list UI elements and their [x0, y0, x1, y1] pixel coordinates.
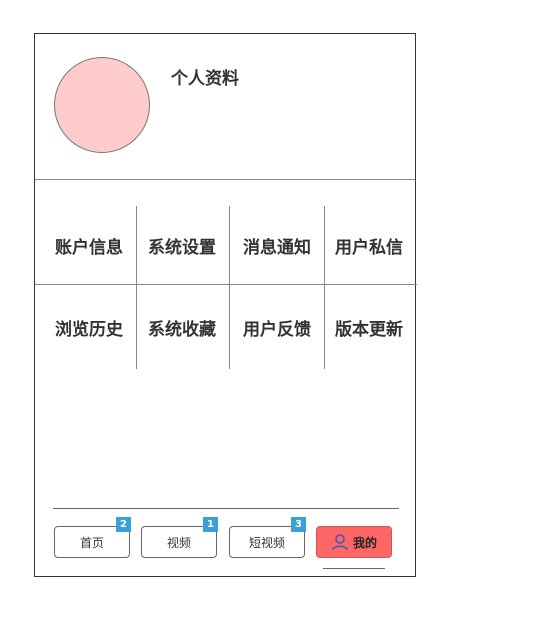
menu-item-browse-history[interactable]: 浏览历史 — [53, 285, 125, 369]
tab-badge: 1 — [203, 517, 218, 532]
tab-label: 短视频 — [248, 535, 285, 550]
menu-item-system-settings[interactable]: 系统设置 — [145, 206, 219, 284]
divider — [229, 206, 230, 284]
tab-video[interactable]: 视频 1 — [141, 517, 218, 558]
divider — [324, 285, 325, 369]
tab-badge: 2 — [116, 517, 131, 532]
menu-item-account-info[interactable]: 账户信息 — [53, 206, 125, 284]
divider — [324, 206, 325, 284]
tab-label: 首页 — [79, 535, 104, 550]
menu-row-1: 账户信息 系统设置 消息通知 用户私信 — [35, 206, 417, 285]
divider — [229, 285, 230, 369]
menu-item-private-messages[interactable]: 用户私信 — [332, 206, 406, 284]
user-icon — [332, 534, 348, 551]
divider — [136, 285, 137, 369]
profile-header: 个人资料 — [35, 34, 415, 180]
menu-item-feedback[interactable]: 用户反馈 — [240, 285, 314, 369]
tab-short-video[interactable]: 短视频 3 — [229, 517, 306, 558]
menu-row-2: 浏览历史 系统收藏 用户反馈 版本更新 — [35, 285, 417, 369]
tab-label: 我的 — [352, 535, 377, 550]
menu-item-favorites[interactable]: 系统收藏 — [145, 285, 219, 369]
tab-home[interactable]: 首页 2 — [54, 517, 131, 558]
phone-frame: 个人资料 账户信息 系统设置 消息通知 用户私信 浏览历史 系统收藏 用户反馈 … — [34, 33, 417, 577]
divider — [136, 206, 137, 284]
menu-item-notifications[interactable]: 消息通知 — [240, 206, 314, 284]
profile-title: 个人资料 — [171, 69, 239, 89]
menu-item-version-update[interactable]: 版本更新 — [332, 285, 406, 369]
active-tab-underline — [323, 568, 385, 569]
menu-grid: 账户信息 系统设置 消息通知 用户私信 浏览历史 系统收藏 用户反馈 版本更新 — [35, 206, 417, 369]
tab-badge: 3 — [291, 517, 306, 532]
tab-me[interactable]: 我的 — [316, 526, 392, 558]
tabbar-divider — [53, 508, 399, 509]
tab-label: 视频 — [166, 535, 191, 550]
avatar[interactable] — [54, 57, 150, 153]
